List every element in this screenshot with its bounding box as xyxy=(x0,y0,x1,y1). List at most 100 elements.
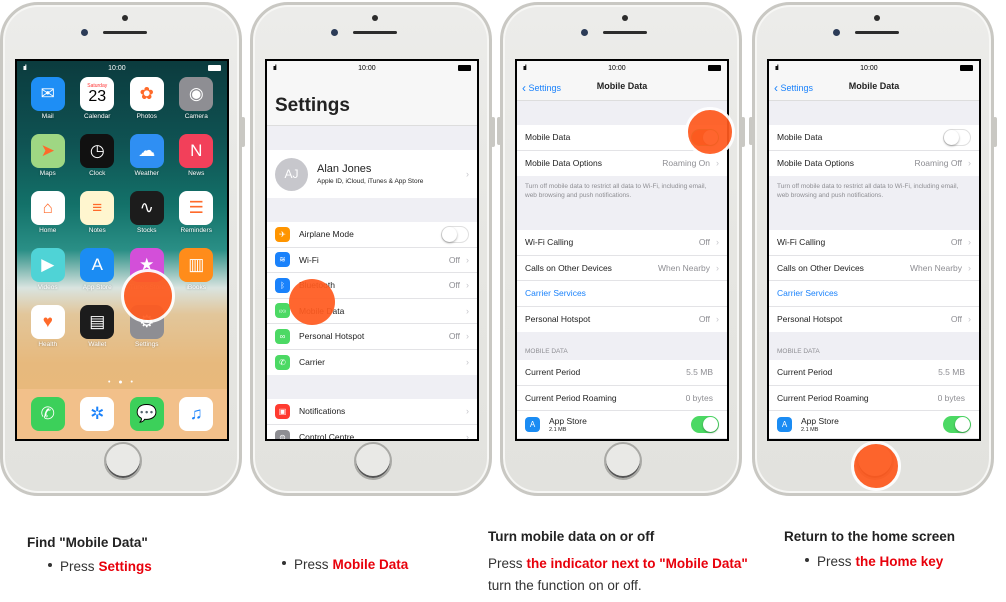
apple-id-row[interactable]: AJ Alan Jones Apple ID, iCloud, iTunes &… xyxy=(267,150,477,198)
safari-icon[interactable]: ✲ xyxy=(80,397,115,431)
mobile-data-group: Mobile Data Mobile Data Options Roaming Of… xyxy=(769,125,979,176)
home-key[interactable] xyxy=(604,442,642,480)
app-calendar[interactable]: Saturday 23 Calendar xyxy=(73,77,123,120)
music-icon[interactable]: ♫ xyxy=(179,397,214,431)
row-label: Mobile Data xyxy=(777,132,823,143)
app-grid: ✉ Mail Saturday 23 Calendar ✿ Photos ◉ Camera ➤ Ma… xyxy=(17,77,227,348)
app-notes[interactable]: ≡ Notes xyxy=(73,191,123,234)
row-label: Mobile Data xyxy=(525,132,571,143)
app-store-data-toggle[interactable] xyxy=(691,416,719,434)
side-button xyxy=(491,117,495,147)
app-home[interactable]: ⌂ Home xyxy=(23,191,73,234)
chevron-right-icon: › xyxy=(466,280,469,291)
wallet-glyph: ▤ xyxy=(89,312,106,331)
app-store-icon: A xyxy=(525,417,540,433)
app-news[interactable]: N News xyxy=(172,134,222,177)
row-value: Off xyxy=(950,314,962,325)
settings-row-control-centre[interactable]: ⊜ Control Centre › xyxy=(267,425,477,441)
reminders-glyph: ☰ xyxy=(188,198,204,217)
app-clock[interactable]: ◷ Clock xyxy=(73,134,123,177)
app-stocks[interactable]: ∿ Stocks xyxy=(122,191,172,234)
wifi-icon: ≋ xyxy=(275,252,290,268)
row-calls-on-other-devices[interactable]: Calls on Other Devices When Nearby › xyxy=(769,256,979,282)
app-store-data-toggle[interactable] xyxy=(943,416,971,434)
row-value: Off xyxy=(698,237,710,248)
hotspot-icon: ∞ xyxy=(275,328,290,344)
chevron-right-icon: › xyxy=(716,158,719,169)
front-camera xyxy=(81,29,88,36)
app-maps[interactable]: ➤ Maps xyxy=(23,134,73,177)
settings-row-personal-hotspot[interactable]: ∞ Personal Hotspot Off › xyxy=(267,324,477,350)
status-bar: ııl 10:00 xyxy=(769,61,979,75)
usage-row: Current Period Roaming 0 bytes xyxy=(517,386,727,412)
roaming-value: Roaming On xyxy=(662,158,710,169)
ibooks-icon: ▥ xyxy=(179,248,214,282)
settings-row-notifications[interactable]: ▣ Notifications › xyxy=(267,399,477,425)
row-label: Calls on Other Devices xyxy=(525,262,612,273)
row-label: Control Centre xyxy=(299,432,355,441)
proximity-sensor xyxy=(372,15,378,21)
app-health[interactable]: ♥ Health xyxy=(23,305,73,348)
signal-icon: ııl xyxy=(775,64,779,72)
tap-indicator-settings xyxy=(121,269,175,323)
app-label: Camera xyxy=(184,113,208,120)
status-time: 10:00 xyxy=(860,64,878,72)
roaming-value: Roaming Off xyxy=(914,158,962,169)
proximity-sensor xyxy=(622,15,628,21)
calendar-icon: Saturday 23 xyxy=(80,77,115,111)
row-personal-hotspot[interactable]: Personal Hotspot Off › xyxy=(769,307,979,333)
side-button xyxy=(241,117,245,147)
row-personal-hotspot[interactable]: Personal Hotspot Off › xyxy=(517,307,727,333)
mobile-data-toggle[interactable] xyxy=(943,128,971,146)
app-data-size: 2.1 MB xyxy=(549,427,567,434)
app-mail[interactable]: ✉ Mail xyxy=(23,77,73,120)
highlight-indicator: the indicator next to "Mobile Data" xyxy=(526,556,748,571)
app-label: Photos xyxy=(136,113,157,120)
step3-instruction-line2: turn the function on or off. xyxy=(488,578,642,593)
app-label: Maps xyxy=(39,170,56,177)
mobile-data-options-row[interactable]: Mobile Data Options Roaming On › xyxy=(517,151,727,177)
step1-instruction: Press Settings xyxy=(48,559,152,574)
app-wallet[interactable]: ▤ Wallet xyxy=(73,305,123,348)
row-wi-fi-calling[interactable]: Wi-Fi Calling Off › xyxy=(769,230,979,256)
clock-glyph: ◷ xyxy=(89,141,105,160)
app-app-store[interactable]: A App Store xyxy=(73,248,123,291)
app-camera[interactable]: ◉ Camera xyxy=(172,77,222,120)
home-key[interactable] xyxy=(104,442,142,480)
app-videos[interactable]: ▶ Videos xyxy=(23,248,73,291)
app-ibooks[interactable]: ▥ iBooks xyxy=(172,248,222,291)
home-key[interactable] xyxy=(354,442,392,480)
page-title: Settings xyxy=(267,75,477,126)
app-label: Settings xyxy=(135,341,159,348)
mobile-data-options-row[interactable]: Mobile Data Options Roaming Off › xyxy=(769,151,979,177)
app-reminders[interactable]: ☰ Reminders xyxy=(172,191,222,234)
settings-row-wi-fi[interactable]: ≋ Wi-Fi Off › xyxy=(267,248,477,273)
weather-glyph: ☁ xyxy=(138,141,156,160)
bullet xyxy=(805,558,809,563)
signal-icon: ııl xyxy=(273,64,277,72)
app-label: Weather xyxy=(134,170,159,177)
highlight-home-key: the Home key xyxy=(855,554,944,569)
row-label: Personal Hotspot xyxy=(525,314,591,325)
app-photos[interactable]: ✿ Photos xyxy=(122,77,172,120)
settings-row-carrier[interactable]: ✆ Carrier › xyxy=(267,350,477,376)
settings-row-airplane-mode[interactable]: ✈ Airplane Mode xyxy=(267,222,477,248)
earpiece-speaker xyxy=(855,31,899,34)
app-weather[interactable]: ☁ Weather xyxy=(122,134,172,177)
mute-switch xyxy=(0,85,1,99)
status-bar: ııl 10:00 xyxy=(17,61,227,75)
phone-icon[interactable]: ✆ xyxy=(30,397,65,431)
airplane-mode-toggle[interactable] xyxy=(441,225,469,243)
notes-icon: ≡ xyxy=(80,191,115,225)
front-camera xyxy=(581,29,588,36)
battery-icon xyxy=(458,65,471,71)
row-carrier-services[interactable]: Carrier Services xyxy=(769,281,979,307)
row-wi-fi-calling[interactable]: Wi-Fi Calling Off › xyxy=(517,230,727,256)
row-carrier-services[interactable]: Carrier Services xyxy=(517,281,727,307)
messages-icon[interactable]: 💬 xyxy=(129,397,164,431)
row-label: Notifications xyxy=(299,406,346,417)
chevron-right-icon: › xyxy=(466,169,469,179)
row-calls-on-other-devices[interactable]: Calls on Other Devices When Nearby › xyxy=(517,256,727,282)
section-header: MOBILE DATA xyxy=(525,348,568,356)
airplane-icon: ✈ xyxy=(275,226,290,242)
